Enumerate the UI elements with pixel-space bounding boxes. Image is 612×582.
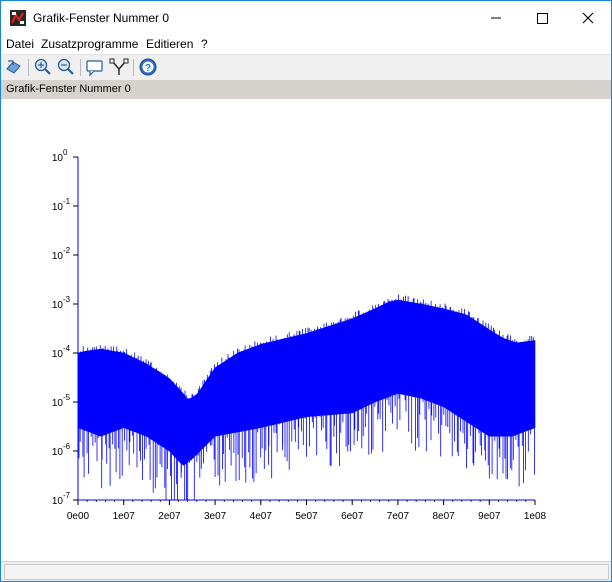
x-tick-label: 6e07 [341,511,364,522]
help-icon: ? [139,58,157,76]
graphic-window: Grafik-Fenster Nummer 0 Datei Zusatzprog… [0,0,612,582]
menu-bar: Datei Zusatzprogramme Editieren ? [1,35,611,54]
plot-canvas[interactable]: 0e00 1e07 2e07 3e07 4e07 5e07 6e07 7e07 8e07 9e07… [1,99,611,561]
x-tick-label: 8e07 [432,511,455,522]
x-tick-label: 0e00 [67,511,90,522]
x-tick-label: 4e07 [250,511,273,522]
zoom-in-icon [34,58,51,75]
help-button[interactable]: ? [138,57,158,77]
y-tick-label: 10 [52,300,64,311]
datatip-button[interactable] [85,57,105,77]
y-tick-label: 10 [52,447,64,458]
rotate-icon [6,60,21,74]
toolbar: ? [1,54,611,80]
datatip-manager-button[interactable] [109,57,129,77]
svg-text:?: ? [145,63,151,74]
minimize-icon [491,17,501,19]
y-tick-label: 10 [52,496,64,507]
zoom-out-button[interactable] [56,57,76,77]
x-tick-label: 3e07 [204,511,227,522]
y-tick-label: 10 [52,251,64,262]
x-tick-label: 9e07 [478,511,501,522]
status-bar [1,561,611,581]
y-tick-exponent: -3 [63,295,71,304]
toolbar-separator [133,59,134,76]
y-tick-exponent: -2 [63,246,71,255]
y-tick-label: 10 [52,202,64,213]
y-tick-label: 10 [52,349,64,360]
status-field [4,564,609,580]
menu-editieren[interactable]: Editieren [146,37,193,51]
y-tick-exponent: -4 [63,344,71,353]
y-tick-exponent: -6 [63,442,71,451]
y-tick-exponent: -1 [63,197,71,206]
zoom-out-icon [57,58,74,75]
x-tick-label: 1e07 [113,511,136,522]
y-tick-exponent: -7 [63,491,71,500]
title-bar[interactable]: Grafik-Fenster Nummer 0 [1,1,611,35]
close-icon [582,12,594,24]
zoom-in-button[interactable] [33,57,53,77]
menu-zusatzprogramme[interactable]: Zusatzprogramme [41,37,138,51]
x-tick-label: 1e08 [524,511,547,522]
x-tick-label: 2e07 [158,511,181,522]
maximize-button[interactable] [519,1,565,35]
menu-datei[interactable]: Datei [6,37,34,51]
y-tick-label: 10 [52,398,64,409]
x-tick-label: 5e07 [295,511,318,522]
datatip-manager-icon [109,58,129,75]
rotate-button[interactable] [4,57,24,77]
datatip-icon [86,60,103,77]
info-strip: Grafik-Fenster Nummer 0 [1,80,611,99]
y-tick-exponent: 0 [63,148,68,157]
menu-help[interactable]: ? [201,37,208,51]
y-tick-label: 10 [52,153,64,164]
toolbar-separator [80,59,81,76]
window-title: Grafik-Fenster Nummer 0 [33,11,170,25]
x-tick-label: 7e07 [387,511,410,522]
minimize-button[interactable] [473,1,519,35]
scilab-app-icon [10,10,26,26]
close-button[interactable] [565,1,611,35]
toolbar-separator [28,59,29,76]
maximize-icon [537,13,548,24]
chart-svg[interactable]: 0e00 1e07 2e07 3e07 4e07 5e07 6e07 7e07 8e07 9e07… [1,99,611,561]
y-tick-exponent: -5 [63,393,71,402]
info-strip-label: Grafik-Fenster Nummer 0 [6,83,131,95]
